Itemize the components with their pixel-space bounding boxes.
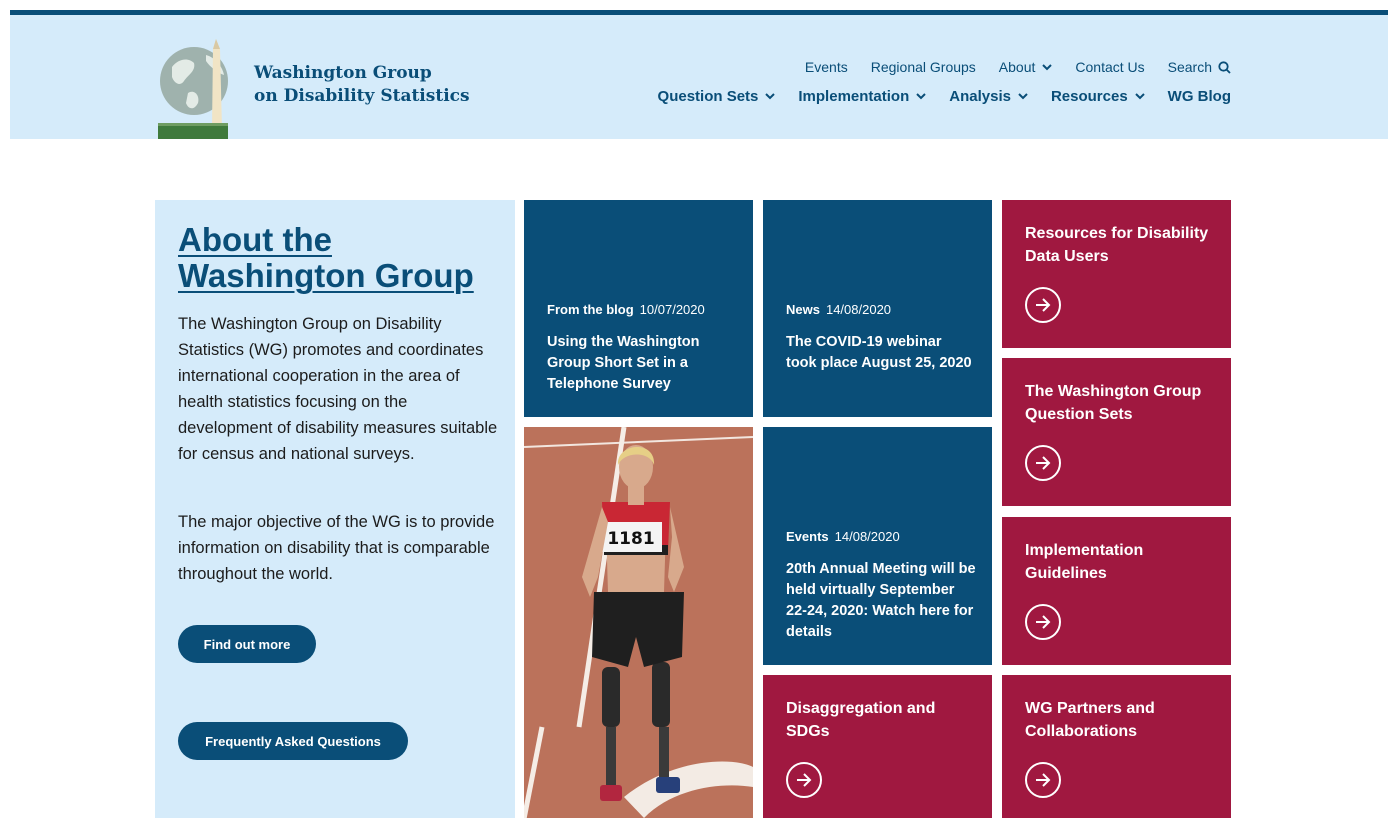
nav-about-label: About xyxy=(998,59,1036,75)
nav-events[interactable]: Events xyxy=(805,59,848,75)
site-brand[interactable]: Washington Group on Disability Statistic… xyxy=(254,62,470,108)
link-card-title: Resources for Disability Data Users xyxy=(1025,225,1209,265)
about-paragraph-2: The major objective of the WG is to prov… xyxy=(178,513,495,583)
utility-nav: Events Regional Groups About Contact Us … xyxy=(782,59,1231,75)
nav-resources-label: Resources xyxy=(1050,88,1128,105)
link-card-implementation[interactable]: Implementation Guidelines xyxy=(1002,517,1231,665)
link-card-title: Implementation Guidelines xyxy=(1025,542,1144,582)
news-card-blog[interactable]: From the blog 10/07/2020 Using the Washin… xyxy=(524,200,753,417)
link-card-resources[interactable]: Resources for Disability Data Users xyxy=(1002,200,1231,348)
arrow-right-circle-icon xyxy=(1025,604,1061,640)
news-meta: Events 14/08/2020 xyxy=(786,529,900,544)
link-card-title: Disaggregation and SDGs xyxy=(786,700,936,740)
nav-regional-groups[interactable]: Regional Groups xyxy=(871,59,976,75)
nav-contact-us-label: Contact Us xyxy=(1075,59,1145,75)
main-nav: Question Sets Implementation Analysis Re… xyxy=(635,88,1231,105)
news-title: Using the Washington Group Short Set in … xyxy=(547,334,700,392)
chevron-down-icon xyxy=(1042,63,1053,70)
about-paragraph-1: The Washington Group on Disability Stati… xyxy=(178,315,498,463)
news-meta: From the blog 10/07/2020 xyxy=(547,302,705,317)
brand-line-2: on Disability Statistics xyxy=(254,86,470,106)
link-card-question-sets[interactable]: The Washington Group Question Sets xyxy=(1002,358,1231,506)
arrow-right-circle-icon xyxy=(786,762,822,798)
about-heading[interactable]: About the Washington Group xyxy=(178,222,498,294)
news-category: Events xyxy=(786,529,829,544)
nav-regional-groups-label: Regional Groups xyxy=(870,59,976,75)
news-card-events[interactable]: Events 14/08/2020 20th Annual Meeting wil… xyxy=(763,427,992,665)
news-date: 10/07/2020 xyxy=(639,302,705,317)
nav-implementation[interactable]: Implementation xyxy=(798,88,926,105)
news-category: News xyxy=(786,302,820,317)
athlete-photo: 1181 xyxy=(524,427,753,818)
nav-about[interactable]: About xyxy=(999,59,1053,75)
news-title: The COVID-19 webinar took place August 2… xyxy=(786,334,972,371)
news-date: 14/08/2020 xyxy=(825,302,892,317)
news-title: 20th Annual Meeting will be held virtual… xyxy=(786,561,976,640)
bib-number: 1181 xyxy=(607,529,654,549)
find-out-more-button[interactable]: Find out more xyxy=(178,625,316,663)
chevron-down-icon xyxy=(1018,93,1028,100)
nav-search[interactable]: Search xyxy=(1168,59,1231,75)
nav-question-sets[interactable]: Question Sets xyxy=(658,88,776,105)
nav-wg-blog[interactable]: WG Blog xyxy=(1168,88,1231,105)
nav-analysis-label: Analysis xyxy=(949,88,1011,105)
chevron-down-icon xyxy=(1134,93,1145,100)
nav-analysis[interactable]: Analysis xyxy=(949,88,1028,105)
arrow-right-circle-icon xyxy=(1025,287,1061,323)
nav-wg-blog-label: WG Blog xyxy=(1167,88,1231,105)
news-card-news[interactable]: News 14/08/2020 The COVID-19 webinar took… xyxy=(763,200,992,417)
site-logo[interactable] xyxy=(158,37,228,139)
nav-implementation-label: Implementation xyxy=(798,88,910,105)
arrow-right-circle-icon xyxy=(1025,762,1061,798)
chevron-down-icon xyxy=(916,93,926,100)
chevron-down-icon xyxy=(765,93,776,100)
arrow-right-circle-icon xyxy=(1025,445,1061,481)
nav-resources[interactable]: Resources xyxy=(1051,88,1145,105)
link-card-title: WG Partners and Collaborations xyxy=(1025,700,1155,740)
news-meta: News 14/08/2020 xyxy=(786,302,891,317)
brand-line-1: Washington Group xyxy=(254,63,432,83)
news-date: 14/08/2020 xyxy=(834,529,900,544)
nav-question-sets-label: Question Sets xyxy=(657,88,759,105)
nav-search-label: Search xyxy=(1167,59,1212,75)
link-card-disaggregation[interactable]: Disaggregation and SDGs xyxy=(763,675,992,818)
link-card-title: The Washington Group Question Sets xyxy=(1025,383,1202,423)
nav-events-label: Events xyxy=(804,59,848,75)
about-panel: About the Washington Group The Washingto… xyxy=(155,200,515,818)
nav-contact-us[interactable]: Contact Us xyxy=(1075,59,1144,75)
search-icon xyxy=(1218,60,1231,74)
link-card-partners[interactable]: WG Partners and Collaborations xyxy=(1002,675,1231,818)
faq-button[interactable]: Frequently Asked Questions xyxy=(178,722,408,760)
news-category: From the blog xyxy=(547,302,634,317)
